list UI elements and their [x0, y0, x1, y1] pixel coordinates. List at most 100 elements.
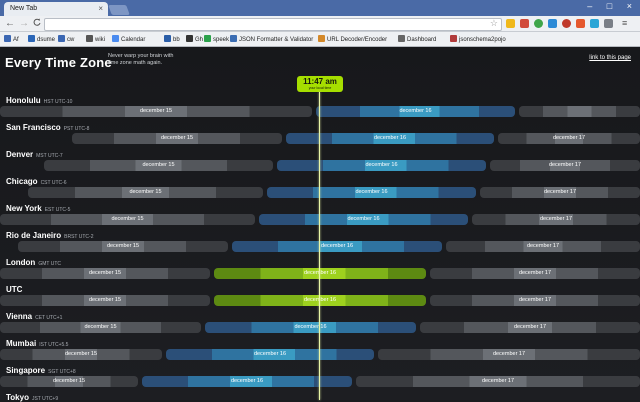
day-bar[interactable]: december 15: [72, 133, 282, 144]
bookmark-dashboard[interactable]: Dashboard: [398, 35, 436, 44]
zone-name: Vienna: [6, 312, 33, 321]
bookmark-star-icon[interactable]: ☆: [490, 18, 498, 29]
day-bar[interactable]: december 17: [430, 268, 640, 279]
day-label: december 15: [52, 378, 86, 384]
day-bar[interactable]: december 17: [480, 187, 640, 198]
day-label: december 16: [399, 108, 432, 114]
tab-new-tab[interactable]: New Tab ×: [4, 2, 108, 16]
every-time-zone-page: Every Time Zone Never warp your brain wi…: [0, 47, 640, 402]
window-controls[interactable]: – □ ×: [587, 1, 638, 11]
new-tab-button[interactable]: [108, 5, 130, 15]
bookmark-label: speek: [213, 37, 230, 43]
extension-icon-8[interactable]: [604, 19, 613, 28]
day-bar[interactable]: december 16: [316, 106, 515, 117]
bookmark-af[interactable]: Af: [4, 35, 19, 44]
bookmark-wiki[interactable]: wiki: [86, 35, 105, 44]
day-bar[interactable]: december 17: [378, 349, 640, 360]
day-bar[interactable]: december 16: [166, 349, 374, 360]
day-bar[interactable]: december 17: [446, 241, 640, 252]
browser-toolbar: ← → ☆ ≡: [0, 16, 640, 32]
day-label: december 15: [111, 216, 144, 222]
day-bar[interactable]: december 15: [28, 187, 263, 198]
day-bar[interactable]: december 15: [0, 322, 201, 333]
day-bar[interactable]: december 17: [430, 295, 640, 306]
zone-name: Honolulu: [6, 96, 41, 105]
zone-name: Singapore: [6, 366, 46, 375]
day-bar[interactable]: december 15: [18, 241, 228, 252]
local-time-handle[interactable]: 11:47 am your local time: [297, 76, 343, 92]
day-bar[interactable]: december 16: [259, 214, 468, 225]
zone-offset: BRST UTC-2: [64, 234, 94, 240]
menu-icon[interactable]: ≡: [622, 19, 631, 28]
bookmark-favicon-icon: [4, 35, 11, 42]
zone-name: UTC: [6, 285, 23, 294]
day-bar[interactable]: december 17: [472, 214, 640, 225]
bookmark-url-decoder-encoder[interactable]: URL Decoder/Encoder: [318, 35, 387, 44]
zone-offset: SGT UTC+8: [48, 369, 76, 375]
extension-icon-5[interactable]: [562, 19, 571, 28]
extension-icon-3[interactable]: [534, 19, 543, 28]
local-time: 11:47 am: [303, 77, 337, 86]
day-bar[interactable]: december 16: [214, 295, 426, 306]
bookmark-bb[interactable]: bb: [164, 35, 180, 44]
bookmark-favicon-icon: [318, 35, 325, 42]
day-label: december 17: [492, 351, 526, 357]
extension-icon-2[interactable]: [520, 19, 529, 28]
extension-icon-4[interactable]: [548, 19, 557, 28]
zone-label-denver: Denver MST UTC-7: [6, 150, 63, 159]
zone-name: Denver: [6, 150, 34, 159]
page-title: Every Time Zone: [5, 55, 112, 70]
day-label: december 17: [481, 378, 515, 384]
day-bar[interactable]: december 15: [0, 349, 162, 360]
bookmark-label: wiki: [95, 37, 105, 43]
bookmark-dsume[interactable]: dsume: [28, 35, 55, 44]
day-bar[interactable]: december 17: [356, 376, 640, 387]
day-label: december 15: [160, 135, 194, 141]
bookmark-favicon-icon: [86, 35, 93, 42]
close-icon[interactable]: ×: [98, 2, 103, 16]
day-label: december 15: [64, 351, 98, 357]
day-bar[interactable]: december 15: [0, 295, 210, 306]
day-bar[interactable]: december 17: [490, 160, 640, 171]
day-bar[interactable]: december 16: [232, 241, 442, 252]
day-bar[interactable]: december 15: [0, 106, 312, 117]
back-arrow-icon[interactable]: ←: [5, 18, 15, 29]
link-to-this-page[interactable]: link to this page: [589, 55, 631, 61]
extension-icon-6[interactable]: [576, 19, 585, 28]
bookmark-label: cw: [67, 37, 75, 43]
day-bar[interactable]: december 17: [498, 133, 640, 144]
day-bar[interactable]: december 15: [0, 214, 255, 225]
bookmark-label: Dashboard: [407, 37, 437, 43]
address-bar[interactable]: ☆: [44, 18, 502, 31]
day-bar[interactable]: december 15: [0, 376, 138, 387]
day-bar[interactable]: december 15: [44, 160, 273, 171]
zone-offset: CET UTC+1: [35, 315, 63, 321]
day-label: december 17: [552, 135, 586, 141]
day-bar[interactable]: december 17: [420, 322, 640, 333]
bookmark-speek[interactable]: speek: [204, 35, 229, 44]
day-bar[interactable]: december 15: [0, 268, 210, 279]
day-bar[interactable]: december 16: [267, 187, 476, 198]
reload-icon[interactable]: [33, 18, 41, 29]
bookmark-jsonschema2pojo[interactable]: jsonschema2pojo: [450, 35, 506, 44]
bookmark-cw[interactable]: cw: [58, 35, 74, 44]
forward-arrow-icon[interactable]: →: [19, 18, 29, 29]
day-bar[interactable]: december 16: [205, 322, 416, 333]
extension-icon-7[interactable]: [590, 19, 599, 28]
day-bar[interactable]: december 16: [277, 160, 486, 171]
bookmark-json-formatter-validator[interactable]: JSON Formatter & Validator: [230, 35, 313, 44]
day-bar[interactable]: december 16: [142, 376, 352, 387]
day-bar[interactable]: december 16: [286, 133, 494, 144]
day-bar[interactable]: [519, 106, 640, 117]
zone-offset: EST UTC-5: [44, 207, 71, 213]
bookmarks-bar: Af dsume cw wiki Calendar bb Gh speek JSON Forma…: [0, 32, 640, 47]
day-bar[interactable]: december 16: [214, 268, 426, 279]
bookmark-favicon-icon: [164, 35, 171, 42]
day-label: december 15: [88, 270, 122, 276]
day-label: december 17: [543, 189, 577, 195]
extension-icon-1[interactable]: [506, 19, 515, 28]
bookmark-calendar[interactable]: Calendar: [112, 35, 145, 44]
current-time-line[interactable]: [319, 92, 320, 400]
day-label: december 15: [84, 324, 117, 330]
bookmark-gh[interactable]: Gh: [186, 35, 203, 44]
